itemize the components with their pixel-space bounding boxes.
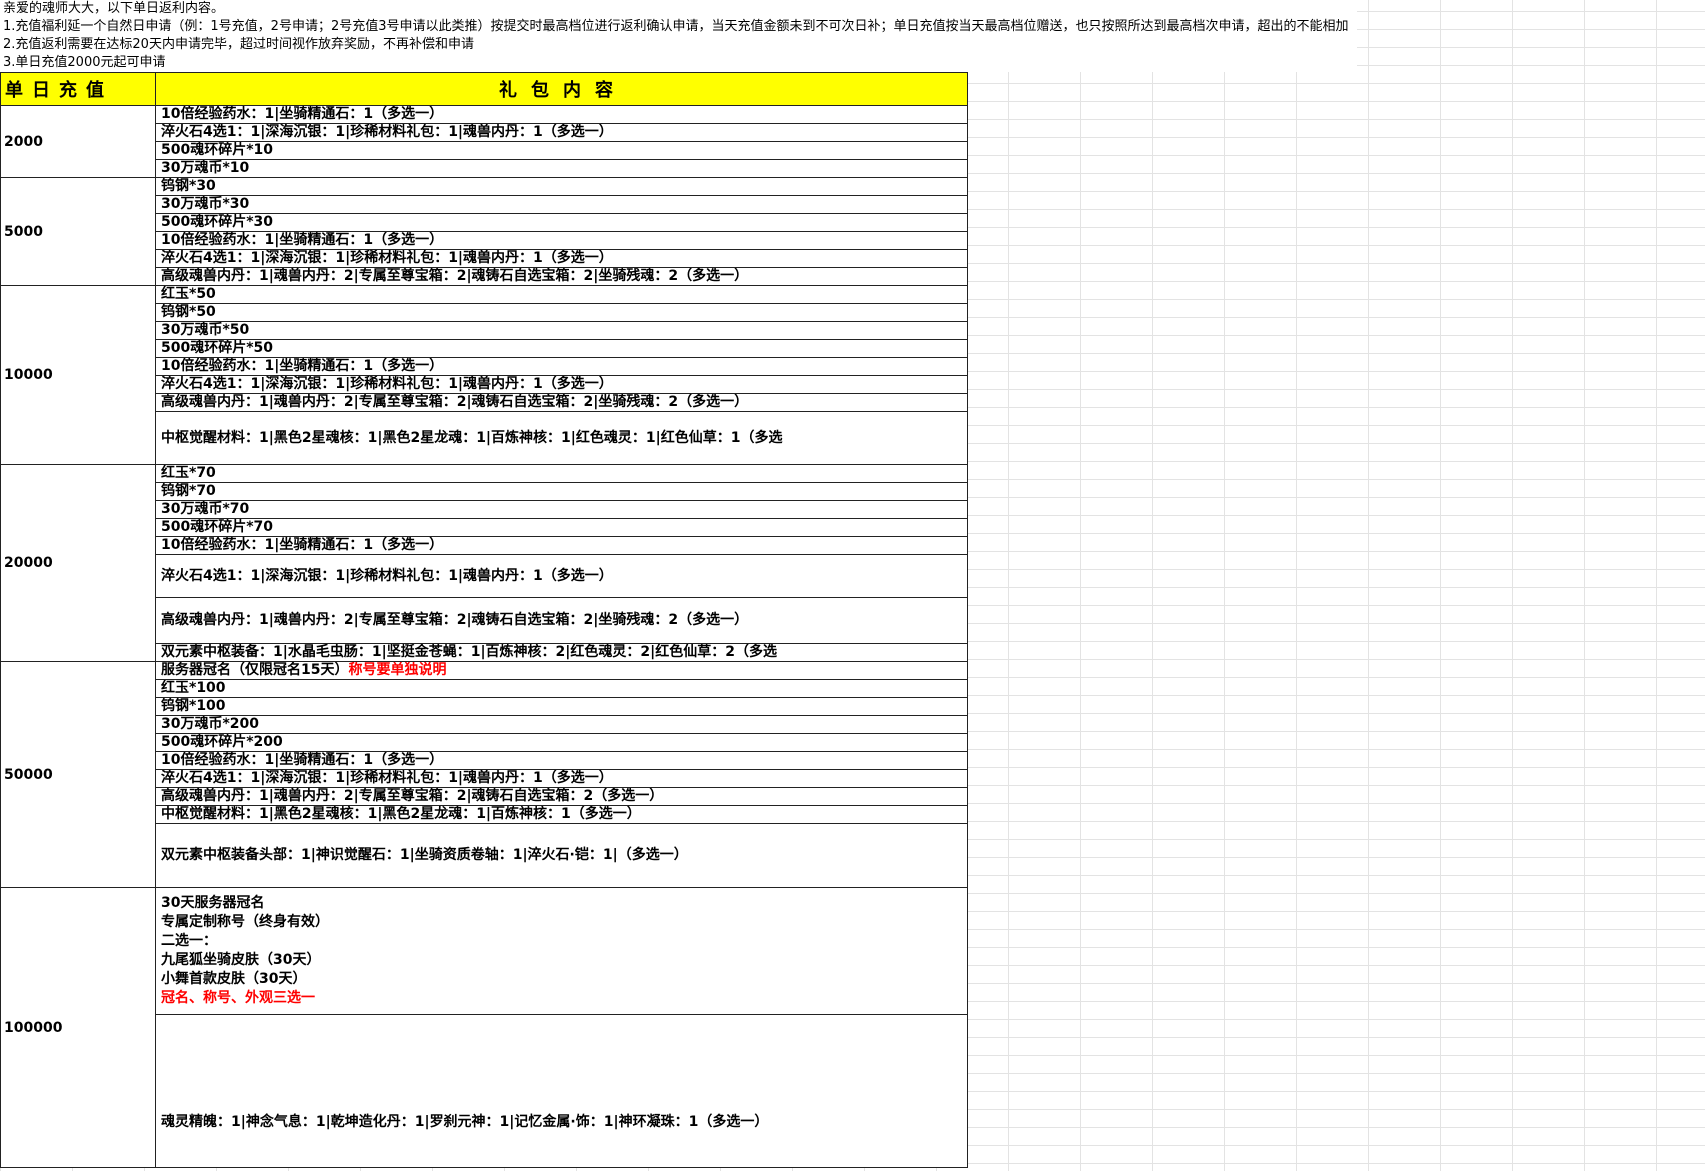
reward-cell[interactable]: 中枢觉醒材料：1|黑色2星魂核：1|黑色2星龙魂：1|百炼神核：1|红色魂灵：1… — [155, 411, 968, 465]
reward-cell[interactable]: 钨钢*30 — [155, 177, 968, 196]
reward-cell[interactable]: 500魂环碎片*50 — [155, 339, 968, 358]
reward-line-red: 冠名、称号、外观三选一 — [161, 990, 315, 1006]
reward-cell[interactable]: 500魂环碎片*200 — [155, 733, 968, 752]
reward-cell[interactable]: 红玉*100 — [155, 679, 968, 698]
tier-amount-50000[interactable]: 50000 — [0, 661, 156, 888]
reward-cell[interactable]: 淬火石4选1：1|深海沉银：1|珍稀材料礼包：1|魂兽内丹：1（多选一） — [155, 769, 968, 788]
reward-cell[interactable]: 钨钢*70 — [155, 482, 968, 501]
table-row: 2000 10倍经验药水：1|坐骑精通石：1（多选一） — [0, 105, 968, 178]
server-title-text: 服务器冠名（仅限冠名15天） — [161, 662, 349, 679]
tier-amount-100000[interactable]: 100000 — [0, 887, 156, 1168]
header-tier[interactable]: 单日充值 — [0, 72, 156, 106]
header-row: 单日充值 礼包内容 — [0, 72, 968, 106]
reward-cell[interactable]: 500魂环碎片*30 — [155, 213, 968, 232]
reward-cell[interactable]: 魂灵精魄：1|神念气息：1|乾坤造化丹：1|罗刹元神：1|记忆金属·饰：1|神环… — [155, 1014, 968, 1168]
reward-cell[interactable]: 10倍经验药水：1|坐骑精通石：1（多选一） — [155, 536, 968, 555]
reward-cell[interactable]: 500魂环碎片*70 — [155, 518, 968, 537]
reward-cell[interactable]: 10倍经验药水：1|坐骑精通石：1（多选一） — [155, 751, 968, 770]
reward-cell[interactable]: 高级魂兽内丹：1|魂兽内丹：2|专属至尊宝箱：2|魂铸石自选宝箱：2|坐骑残魂：… — [155, 267, 968, 286]
reward-cell[interactable]: 钨钢*50 — [155, 303, 968, 322]
tier-amount-20000[interactable]: 20000 — [0, 464, 156, 662]
header-content[interactable]: 礼包内容 — [155, 72, 968, 106]
reward-cell[interactable]: 10倍经验药水：1|坐骑精通石：1（多选一） — [155, 105, 968, 124]
reward-line: 九尾狐坐骑皮肤（30天） — [161, 952, 321, 968]
reward-line: 二选一： — [161, 933, 217, 949]
reward-line: 小舞首款皮肤（30天） — [161, 971, 307, 987]
reward-cell[interactable]: 双元素中枢装备头部：1|神识觉醒石：1|坐骑资质卷轴：1|淬火石·铠：1|（多选… — [155, 823, 968, 888]
table-row: 5000 钨钢*30 — [0, 177, 968, 286]
reward-cell[interactable]: 500魂环碎片*10 — [155, 141, 968, 160]
reward-cell[interactable]: 服务器冠名（仅限冠名15天）称号要单独说明 — [155, 661, 968, 680]
note-greeting: 亲爱的魂师大大，以下单日返利内容。 — [3, 1, 225, 16]
reward-cell[interactable]: 10倍经验药水：1|坐骑精通石：1（多选一） — [155, 231, 968, 250]
reward-cell[interactable]: 30万魂币*200 — [155, 715, 968, 734]
reward-cell[interactable]: 中枢觉醒材料：1|黑色2星魂核：1|黑色2星龙魂：1|百炼神核：1（多选一） — [155, 805, 968, 824]
reward-cell[interactable]: 高级魂兽内丹：1|魂兽内丹：2|专属至尊宝箱：2|魂铸石自选宝箱：2|坐骑残魂：… — [155, 393, 968, 412]
reward-cell[interactable]: 淬火石4选1：1|深海沉银：1|珍稀材料礼包：1|魂兽内丹：1（多选一） — [155, 249, 968, 268]
table-row: 20000 红玉*70 — [0, 464, 968, 662]
reward-cell-multiline[interactable]: 30天服务器冠名 专属定制称号（终身有效） 二选一： 九尾狐坐骑皮肤（30天） … — [155, 887, 968, 1015]
table-row: 10000 红玉*50 — [0, 285, 968, 465]
reward-cell[interactable]: 红玉*50 — [155, 285, 968, 304]
reward-line: 30天服务器冠名 — [161, 895, 265, 911]
reward-cell[interactable]: 30万魂币*70 — [155, 500, 968, 519]
note-rule-2: 2.充值返利需要在达标20天内申请完毕，超过时间视作放弃奖励，不再补偿和申请 — [3, 37, 474, 52]
reward-cell[interactable]: 高级魂兽内丹：1|魂兽内丹：2|专属至尊宝箱：2|魂铸石自选宝箱：2（多选一） — [155, 787, 968, 806]
reward-cell[interactable]: 双元素中枢装备：1|水晶毛虫肠：1|坚挺金苍蝇：1|百炼神核：2|红色魂灵：2|… — [155, 643, 968, 662]
reward-cell[interactable]: 30万魂币*10 — [155, 159, 968, 178]
tier-amount-5000[interactable]: 5000 — [0, 177, 156, 286]
reward-cell[interactable]: 10倍经验药水：1|坐骑精通石：1（多选一） — [155, 357, 968, 376]
table-row: 50000 服务器冠名（仅限冠名15天）称号要单独说明 — [0, 661, 968, 888]
table-row: 100000 30天服务器冠名 专属定制称号（终身有效） 二选一： 九尾狐坐骑皮… — [0, 887, 968, 1168]
reward-cell[interactable]: 淬火石4选1：1|深海沉银：1|珍稀材料礼包：1|魂兽内丹：1（多选一） — [155, 375, 968, 394]
note-rule-3: 3.单日充值2000元起可申请 — [3, 55, 166, 70]
reward-cell[interactable]: 30万魂币*50 — [155, 321, 968, 340]
reward-cell[interactable]: 30万魂币*30 — [155, 195, 968, 214]
note-rule-1: 1.充值福利延一个自然日申请（例：1号充值，2号申请；2号充值3号申请以此类推）… — [3, 19, 1349, 34]
reward-cell[interactable]: 淬火石4选1：1|深海沉银：1|珍稀材料礼包：1|魂兽内丹：1（多选一） — [155, 554, 968, 598]
reward-cell[interactable]: 高级魂兽内丹：1|魂兽内丹：2|专属至尊宝箱：2|魂铸石自选宝箱：2|坐骑残魂：… — [155, 597, 968, 644]
reward-line: 专属定制称号（终身有效） — [161, 914, 329, 930]
tier-amount-10000[interactable]: 10000 — [0, 285, 156, 465]
reward-cell[interactable]: 红玉*70 — [155, 464, 968, 483]
notes-block: 亲爱的魂师大大，以下单日返利内容。 1.充值福利延一个自然日申请（例：1号充值，… — [0, 0, 1357, 72]
title-note-red: 称号要单独说明 — [348, 662, 447, 679]
tier-amount-2000[interactable]: 2000 — [0, 105, 156, 178]
rebate-table: 单日充值 礼包内容 2000 10倍经验药水：1|坐骑精通石：1（多选一） 淬火… — [0, 72, 968, 1168]
reward-cell[interactable]: 淬火石4选1：1|深海沉银：1|珍稀材料礼包：1|魂兽内丹：1（多选一） — [155, 123, 968, 142]
reward-cell[interactable]: 钨钢*100 — [155, 697, 968, 716]
